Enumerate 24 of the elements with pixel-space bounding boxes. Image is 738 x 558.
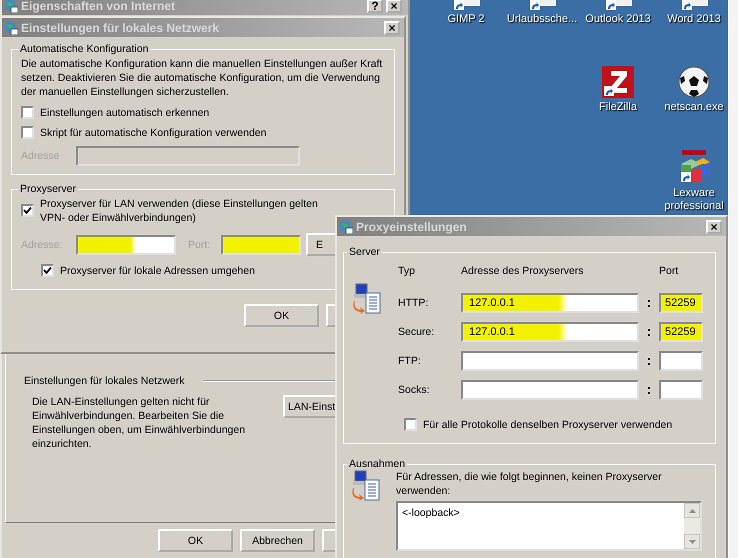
protocol-label: Secure:: [398, 326, 436, 338]
checkbox-label: Für alle Protokolle denselben Proxyserver verwenden: [423, 418, 672, 430]
protocol-label: FTP:: [398, 355, 422, 367]
group-label: Proxyserver: [19, 183, 78, 195]
window-title: Proxyeinstellungen: [356, 220, 468, 234]
group-label: Ausnahmen: [348, 458, 406, 470]
window-title: Einstellungen für lokales Netzwerk: [21, 20, 220, 34]
checkbox-label: Einstellungen automatisch erkennen: [40, 106, 210, 118]
column-header: Adresse des Proxyservers: [461, 265, 585, 277]
field-value: <-loopback>: [401, 506, 461, 521]
protocol-label: Socks:: [398, 384, 431, 396]
description-text: Die automatische Konfiguration kann die manuellen Einstellungen außer Kraft setzen. Deaktivieren Sie die automatische Konfiguration, um die Verwendung der manuellen Einstellungen sicherzustellen.: [21, 57, 384, 99]
group-label: Server: [348, 246, 381, 258]
window-title: Eigenschaften von Internet: [21, 0, 176, 13]
section-heading: Einstellungen für lokales Netzwerk: [24, 375, 184, 387]
checkbox-label: Proxyserver für lokale Adressen umgehen: [60, 264, 255, 276]
description-text: Für Adressen, die wie folgt beginnen, keinen Proxyserver verwenden:: [396, 470, 663, 498]
column-header: Port: [659, 265, 680, 277]
protocol-label: HTTP:: [398, 297, 430, 309]
group-label: Automatische Konfiguration: [19, 43, 150, 55]
checkbox-label: Skript für automatische Konfiguration verwenden: [40, 126, 266, 138]
section-text: Die LAN-Einstellungen gelten nicht für Einwählverbindungen. Bearbeiten Sie die Einstellungen oben, um Einwählverbindungen einzurichten.: [32, 395, 246, 451]
column-header: Typ: [398, 265, 416, 277]
checkbox-label: Proxyserver für LAN verwenden (diese Einstellungen gelten VPN- oder Einwählverbindungen): [40, 197, 318, 225]
